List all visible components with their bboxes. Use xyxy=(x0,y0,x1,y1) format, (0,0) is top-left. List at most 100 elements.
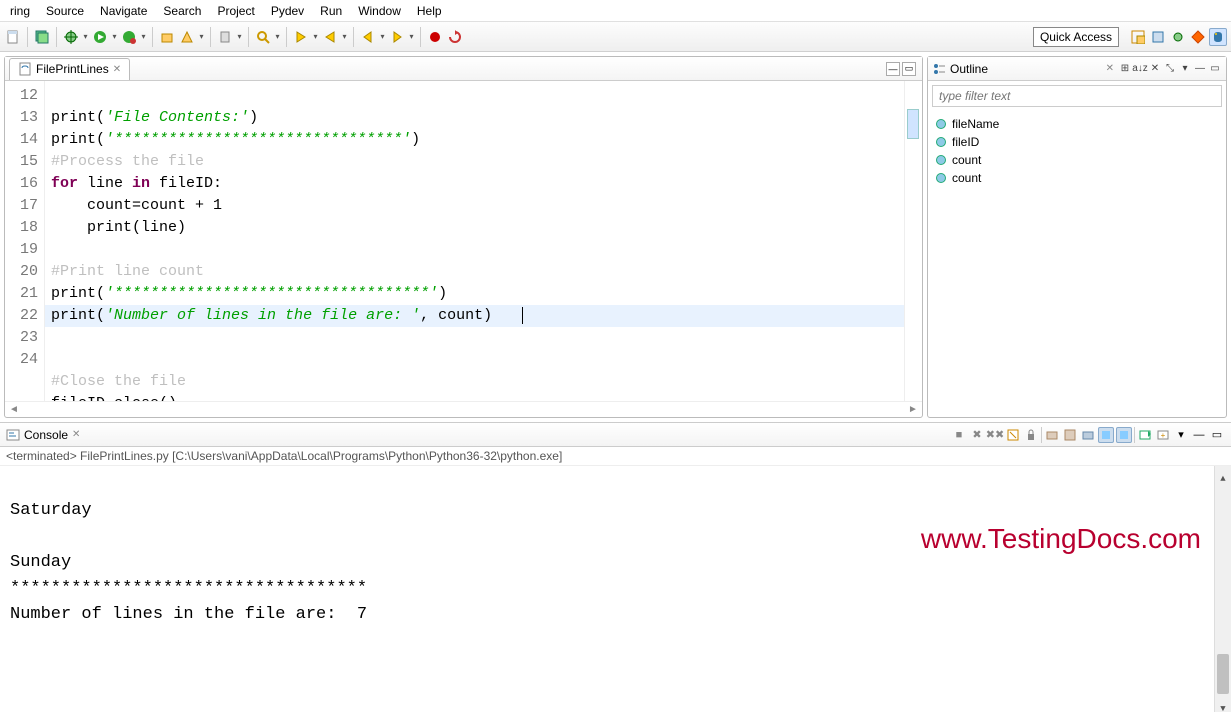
scrollbar-thumb[interactable] xyxy=(1217,654,1229,694)
close-view-icon[interactable]: ✕ xyxy=(72,429,80,440)
line-number: 24 xyxy=(7,349,38,371)
display-selected-icon[interactable] xyxy=(1062,427,1078,443)
hide-fields-icon[interactable]: ✕ xyxy=(1148,62,1162,76)
svg-text:+: + xyxy=(1161,431,1166,440)
menu-project[interactable]: Project xyxy=(211,2,260,20)
save-all-icon[interactable] xyxy=(33,28,51,46)
new-console-icon[interactable]: + xyxy=(1155,427,1171,443)
close-view-icon[interactable]: ✕ xyxy=(1106,63,1114,74)
open-perspective-icon[interactable] xyxy=(1129,28,1147,46)
minimize-view-icon[interactable]: — xyxy=(886,62,900,76)
menu-help[interactable]: Help xyxy=(411,2,448,20)
git-perspective-icon[interactable] xyxy=(1189,28,1207,46)
editor-tab-label: FilePrintLines xyxy=(36,62,109,76)
redhat-icon[interactable] xyxy=(426,28,444,46)
outline-item-count-1[interactable]: count xyxy=(936,151,1218,169)
outline-title: Outline xyxy=(950,62,1102,76)
outline-filter-input[interactable] xyxy=(933,86,1221,106)
menu-navigate[interactable]: Navigate xyxy=(94,2,153,20)
menu-pydev[interactable]: Pydev xyxy=(265,2,310,20)
dropdown-icon[interactable]: ▾ xyxy=(82,28,89,46)
run-last-icon[interactable] xyxy=(120,28,138,46)
outline-item-label: count xyxy=(952,153,981,167)
menu-source[interactable]: Source xyxy=(40,2,90,20)
show-on-error-icon[interactable] xyxy=(1116,427,1132,443)
maximize-icon[interactable]: ▭ xyxy=(1208,62,1222,76)
show-console-icon[interactable] xyxy=(1044,427,1060,443)
outline-icon xyxy=(932,62,946,76)
cut-icon[interactable] xyxy=(216,28,234,46)
variable-icon xyxy=(936,173,946,183)
overview-ruler[interactable] xyxy=(904,81,922,401)
forward-icon[interactable] xyxy=(388,28,406,46)
scroll-lock-icon[interactable] xyxy=(1023,427,1039,443)
dropdown-icon[interactable]: ▾ xyxy=(140,28,147,46)
editor-tab-fileprintlines[interactable]: FilePrintLines ✕ xyxy=(9,58,130,80)
separator xyxy=(286,27,287,47)
outline-item-label: fileName xyxy=(952,117,999,131)
scroll-up-icon[interactable]: ▲ xyxy=(1215,466,1231,482)
code-area[interactable]: 12 13 14 15 16 17 18 19 20 21 22 23 24 p… xyxy=(5,81,922,401)
outline-item-fileid[interactable]: fileID xyxy=(936,133,1218,151)
quick-access-button[interactable]: Quick Access xyxy=(1033,27,1119,47)
maximize-view-icon[interactable]: ▭ xyxy=(902,62,916,76)
main-toolbar: ▾ ▾ ▾ ▾ ▾ ▾ ▾ ▾ ▾ ▾ Quick Access xyxy=(0,22,1231,52)
dropdown-icon[interactable]: ▾ xyxy=(236,28,243,46)
remove-launch-icon[interactable]: ✖ xyxy=(969,427,985,443)
scroll-right-icon[interactable]: ► xyxy=(906,404,920,415)
back-icon[interactable] xyxy=(359,28,377,46)
outline-toolbar: ⊞ a↓z ✕ ⤡ ▾ — ▭ xyxy=(1118,62,1222,76)
dropdown-icon[interactable]: ▾ xyxy=(1173,427,1189,443)
view-menu-icon[interactable]: ▾ xyxy=(1178,62,1192,76)
minimize-icon[interactable]: — xyxy=(1191,427,1207,443)
pydev-perspective-icon[interactable] xyxy=(1209,28,1227,46)
new-package-icon[interactable] xyxy=(158,28,176,46)
console-line: Number of lines in the file are: 7 xyxy=(10,605,367,624)
dropdown-icon[interactable]: ▾ xyxy=(379,28,386,46)
run-icon[interactable] xyxy=(91,28,109,46)
menu-refactoring[interactable]: ring xyxy=(4,2,36,20)
new-icon[interactable] xyxy=(4,28,22,46)
resource-perspective-icon[interactable] xyxy=(1149,28,1167,46)
dropdown-icon[interactable]: ▾ xyxy=(111,28,118,46)
maximize-icon[interactable]: ▭ xyxy=(1209,427,1225,443)
terminate-icon[interactable]: ■ xyxy=(951,427,967,443)
search-icon[interactable] xyxy=(254,28,272,46)
scroll-down-icon[interactable]: ▼ xyxy=(1215,696,1231,712)
outline-item-filename[interactable]: fileName xyxy=(936,115,1218,133)
scroll-left-icon[interactable]: ◄ xyxy=(7,404,21,415)
outline-item-label: count xyxy=(952,171,981,185)
collapse-all-icon[interactable]: ⤡ xyxy=(1163,62,1177,76)
python-file-icon xyxy=(18,62,32,76)
console-output[interactable]: Saturday Sunday ************************… xyxy=(0,466,1231,712)
debug-icon[interactable] xyxy=(62,28,80,46)
open-console-icon[interactable] xyxy=(1137,427,1153,443)
sort-icon[interactable]: a↓z xyxy=(1133,62,1147,76)
remove-all-icon[interactable]: ✖✖ xyxy=(987,427,1003,443)
dropdown-icon[interactable]: ▾ xyxy=(341,28,348,46)
dropdown-icon[interactable]: ▾ xyxy=(274,28,281,46)
minimize-icon[interactable]: — xyxy=(1193,62,1207,76)
code-text[interactable]: print('File Contents:') print('*********… xyxy=(45,81,904,401)
outline-item-label: fileID xyxy=(952,135,979,149)
show-on-output-icon[interactable] xyxy=(1098,427,1114,443)
vertical-scrollbar[interactable]: ▲ ▼ xyxy=(1214,466,1231,712)
debug-perspective-icon[interactable] xyxy=(1169,28,1187,46)
focus-icon[interactable]: ⊞ xyxy=(1118,62,1132,76)
pin-console-icon[interactable] xyxy=(1080,427,1096,443)
clear-console-icon[interactable] xyxy=(1005,427,1021,443)
menu-run[interactable]: Run xyxy=(314,2,348,20)
horizontal-scrollbar[interactable]: ◄ ► xyxy=(5,401,922,417)
prev-annotation-icon[interactable] xyxy=(321,28,339,46)
close-tab-icon[interactable]: ✕ xyxy=(113,64,121,75)
outline-item-count-2[interactable]: count xyxy=(936,169,1218,187)
next-annotation-icon[interactable] xyxy=(292,28,310,46)
menu-window[interactable]: Window xyxy=(352,2,407,20)
dropdown-icon[interactable]: ▾ xyxy=(198,28,205,46)
line-number: 20 xyxy=(7,261,38,283)
refresh-icon[interactable] xyxy=(446,28,464,46)
dropdown-icon[interactable]: ▾ xyxy=(408,28,415,46)
menu-search[interactable]: Search xyxy=(157,2,207,20)
new-class-icon[interactable] xyxy=(178,28,196,46)
dropdown-icon[interactable]: ▾ xyxy=(312,28,319,46)
